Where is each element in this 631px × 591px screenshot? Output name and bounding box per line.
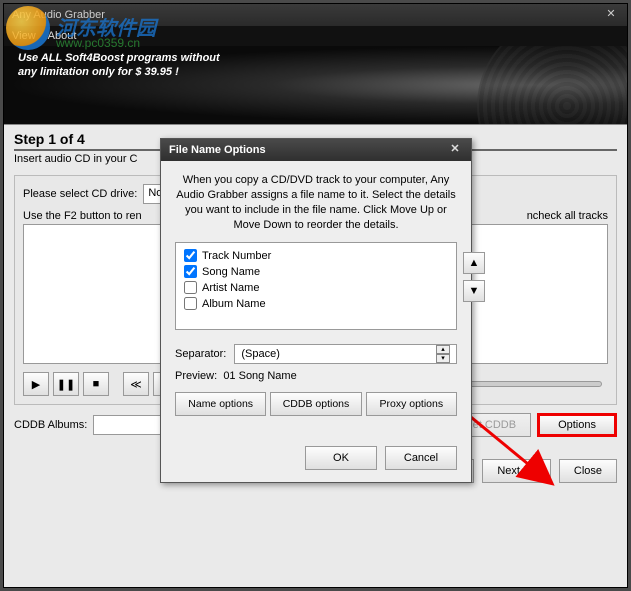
dialog-title: File Name Options	[169, 144, 266, 156]
tab-cddb-options[interactable]: CDDB options	[270, 392, 361, 416]
detail-item-song-name[interactable]: Song Name	[184, 265, 448, 278]
stop-button[interactable]: ■	[83, 372, 109, 396]
detail-label: Song Name	[202, 266, 260, 278]
ok-button[interactable]: OK	[305, 446, 377, 470]
details-listbox: Track Number Song Name Artist Name Album…	[175, 242, 457, 330]
tracks-hint-left: Use the F2 button to ren	[23, 210, 142, 222]
options-button[interactable]: Options	[537, 413, 617, 437]
tracks-hint-right: ncheck all tracks	[527, 210, 608, 222]
cddb-label: CDDB Albums:	[14, 419, 87, 431]
separator-label: Separator:	[175, 348, 226, 360]
window-close-icon[interactable]: ✕	[603, 7, 619, 23]
cancel-button[interactable]: Cancel	[385, 446, 457, 470]
checkbox-album-name[interactable]	[184, 297, 197, 310]
dialog-close-icon[interactable]: ✕	[447, 142, 463, 158]
separator-value: (Space)	[241, 348, 280, 360]
banner-line2: any limitation only for $ 39.95 !	[18, 66, 613, 80]
option-tabs: Name options CDDB options Proxy options	[175, 392, 457, 416]
tab-proxy-options[interactable]: Proxy options	[366, 392, 457, 416]
checkbox-artist-name[interactable]	[184, 281, 197, 294]
dialog-message: When you copy a CD/DVD track to your com…	[175, 173, 457, 232]
menu-about[interactable]: About	[48, 30, 77, 42]
pause-button[interactable]: ❚❚	[53, 372, 79, 396]
separator-spinner[interactable]: ▴▾	[436, 345, 450, 363]
menubar: View About	[4, 26, 627, 46]
preview-label: Preview:	[175, 370, 217, 382]
close-button[interactable]: Close	[559, 459, 617, 483]
titlebar: Any Audio Grabber ✕	[4, 4, 627, 26]
dialog-footer: OK Cancel	[161, 438, 471, 482]
tab-name-options[interactable]: Name options	[175, 392, 266, 416]
detail-label: Artist Name	[202, 282, 259, 294]
checkbox-track-number[interactable]	[184, 249, 197, 262]
reorder-buttons: ▲ ▼	[463, 252, 485, 302]
checkbox-song-name[interactable]	[184, 265, 197, 278]
menu-view[interactable]: View	[12, 30, 36, 42]
promo-banner[interactable]: Use ALL Soft4Boost programs without any …	[4, 46, 627, 124]
move-up-button[interactable]: ▲	[463, 252, 485, 274]
next-button[interactable]: Next >>	[482, 459, 551, 483]
dialog-titlebar: File Name Options ✕	[161, 139, 471, 161]
detail-item-artist-name[interactable]: Artist Name	[184, 281, 448, 294]
file-name-options-dialog: File Name Options ✕ When you copy a CD/D…	[160, 138, 472, 483]
detail-item-track-number[interactable]: Track Number	[184, 249, 448, 262]
drive-label: Please select CD drive:	[23, 188, 137, 200]
play-button[interactable]: ▶	[23, 372, 49, 396]
window-title: Any Audio Grabber	[12, 9, 105, 21]
preview-value: 01 Song Name	[223, 370, 296, 382]
separator-select[interactable]: (Space) ▴▾	[234, 344, 457, 364]
detail-label: Track Number	[202, 250, 271, 262]
prev-track-button[interactable]: ≪	[123, 372, 149, 396]
banner-line1: Use ALL Soft4Boost programs without	[18, 52, 613, 66]
detail-item-album-name[interactable]: Album Name	[184, 297, 448, 310]
detail-label: Album Name	[202, 298, 266, 310]
move-down-button[interactable]: ▼	[463, 280, 485, 302]
